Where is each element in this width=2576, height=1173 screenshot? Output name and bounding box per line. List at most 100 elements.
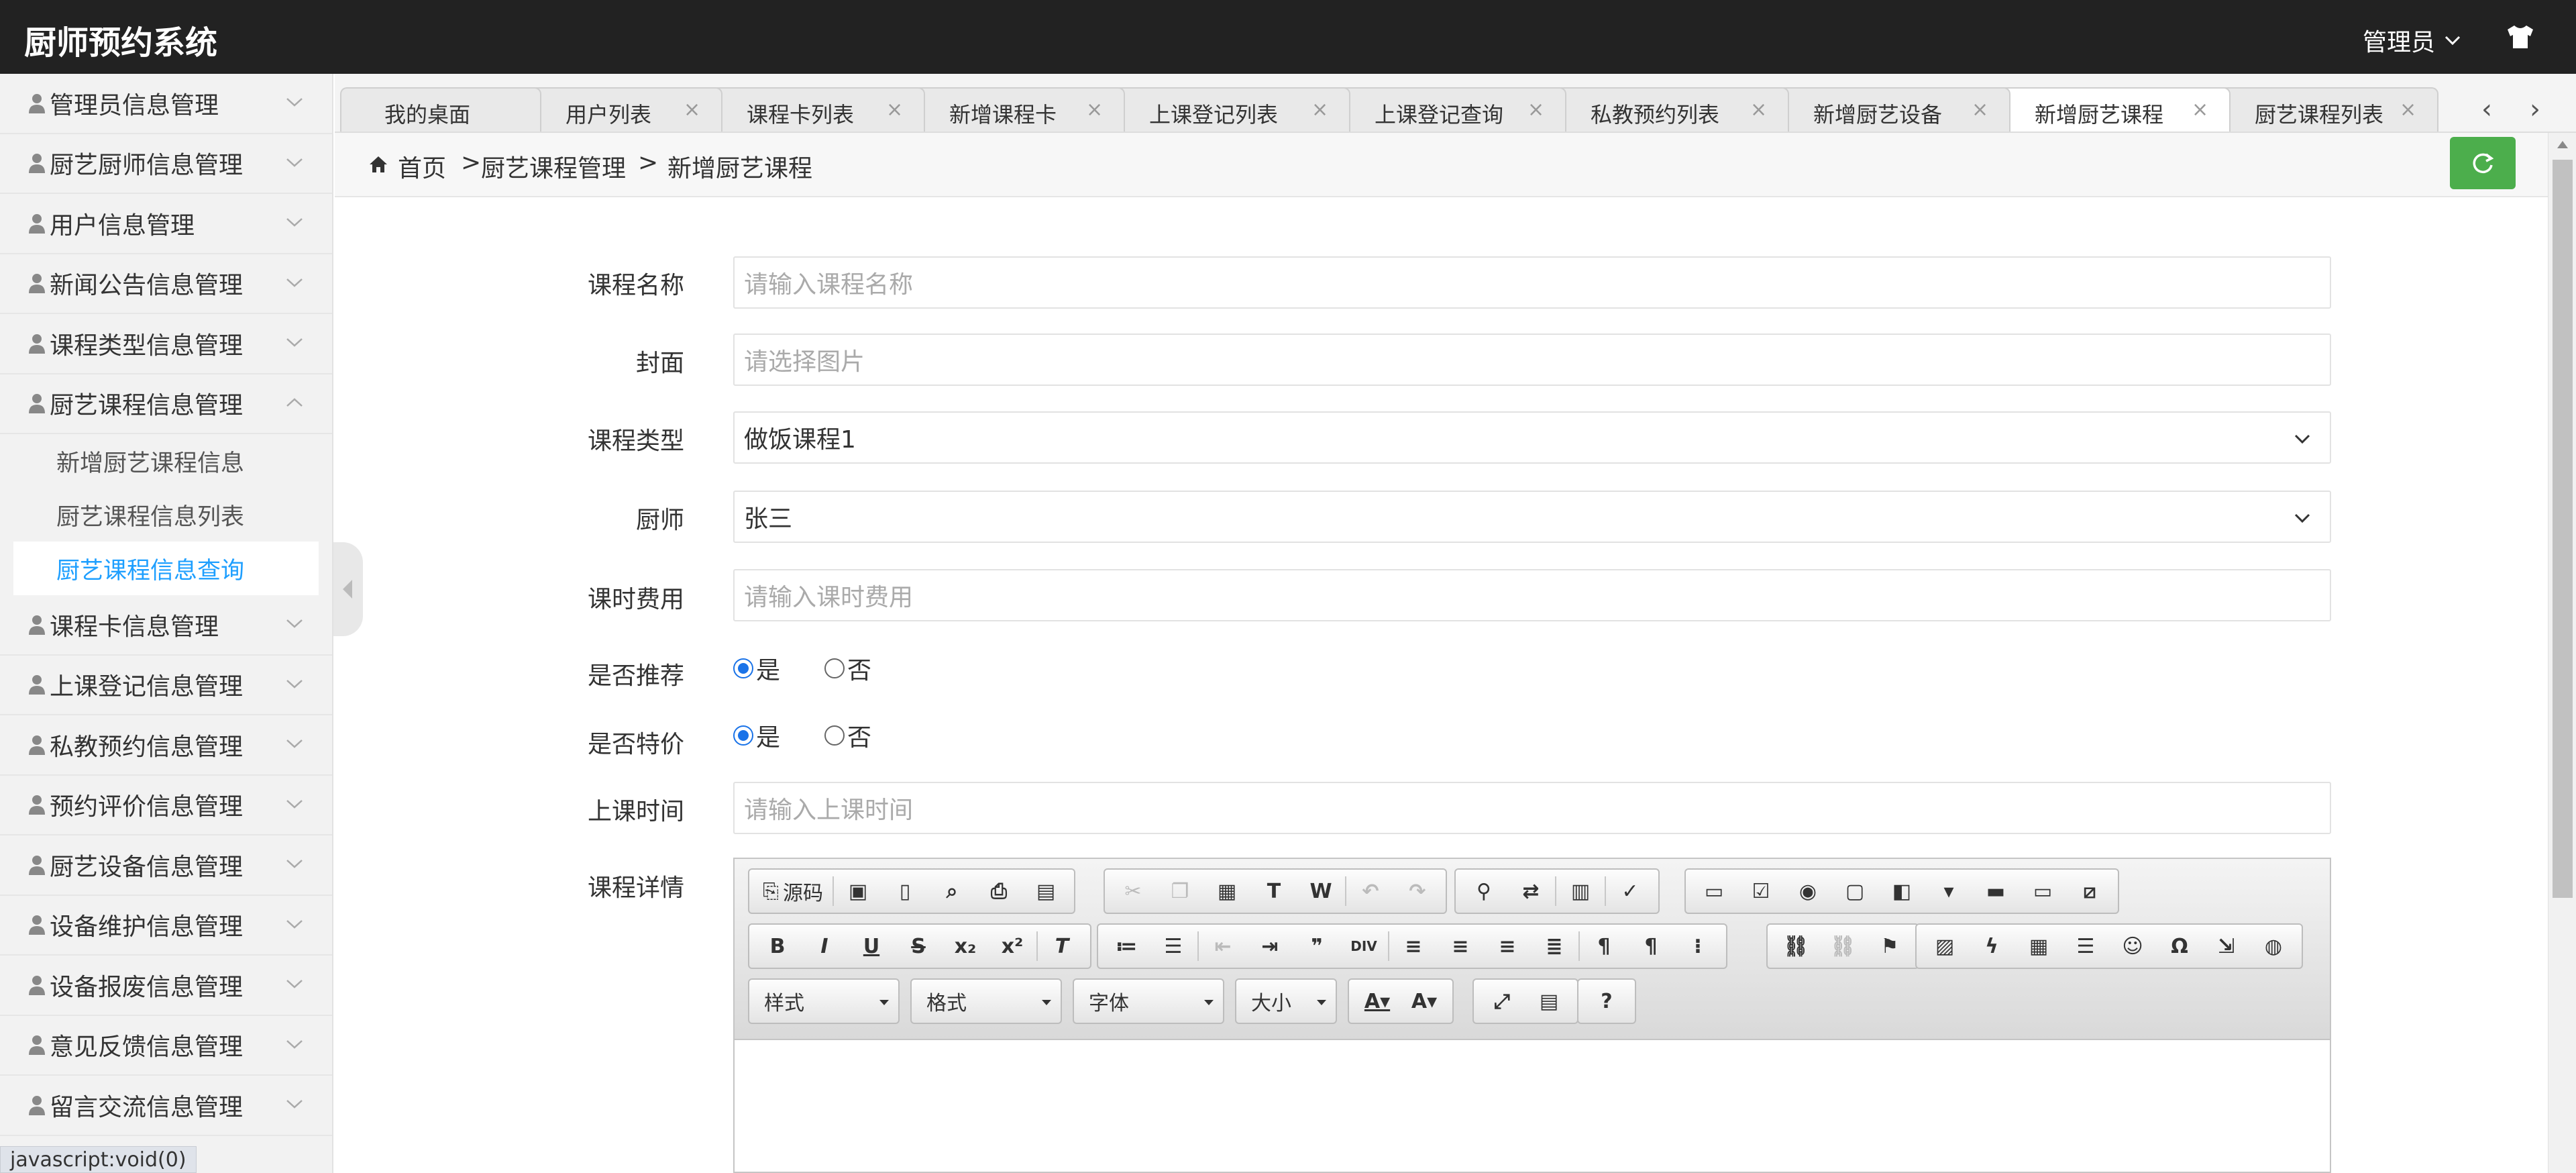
- refresh-button[interactable]: [2450, 137, 2516, 189]
- recommend-no-radio[interactable]: [824, 658, 845, 678]
- user-menu[interactable]: 管理员: [2363, 23, 2462, 58]
- checkbox-icon[interactable]: ☑: [1738, 871, 1784, 911]
- templates-icon[interactable]: ▤: [1023, 871, 1069, 911]
- underline-icon[interactable]: U: [849, 926, 894, 966]
- show-blocks-icon[interactable]: ▤: [1526, 981, 1572, 1021]
- close-icon[interactable]: ×: [1527, 98, 1544, 121]
- align-center-icon[interactable]: ≡: [1438, 926, 1483, 966]
- breadcrumb-level1[interactable]: 厨艺课程管理: [481, 149, 626, 184]
- sidebar-item-8[interactable]: 私教预约信息管理: [0, 715, 332, 776]
- outdent-icon[interactable]: ⇤: [1200, 926, 1246, 966]
- horizontal-rule-icon[interactable]: ☰: [2063, 926, 2108, 966]
- subscript-icon[interactable]: x₂: [943, 926, 988, 966]
- image-icon[interactable]: ▨: [1922, 926, 1968, 966]
- anchor-flag-icon[interactable]: ⚑: [1867, 926, 1913, 966]
- tab-1[interactable]: 用户列表 ×: [529, 87, 722, 132]
- close-icon[interactable]: ×: [1972, 98, 1988, 121]
- textarea-icon[interactable]: ◧: [1879, 871, 1925, 911]
- remove-format-icon[interactable]: T: [1039, 926, 1085, 966]
- close-icon[interactable]: ×: [2192, 98, 2208, 121]
- breadcrumb-home[interactable]: 首页: [398, 149, 446, 184]
- tabs-prev-button[interactable]: ‹: [2467, 89, 2507, 130]
- sidebar-item-7[interactable]: 上课登记信息管理: [0, 656, 332, 715]
- bg-color-icon[interactable]: A▾: [1401, 981, 1447, 1021]
- bold-icon[interactable]: B: [755, 926, 800, 966]
- sidebar-item-9[interactable]: 预约评价信息管理: [0, 776, 332, 835]
- superscript-icon[interactable]: x²: [989, 926, 1035, 966]
- fee-input[interactable]: 请输入课时费用: [733, 569, 2331, 621]
- radio-icon[interactable]: ◉: [1785, 871, 1831, 911]
- special-char-icon[interactable]: Ω: [2157, 926, 2202, 966]
- style-select[interactable]: 样式: [748, 978, 900, 1024]
- sidebar-item-3[interactable]: 新闻公告信息管理: [0, 254, 332, 314]
- close-icon[interactable]: ×: [1086, 98, 1103, 121]
- redo-icon[interactable]: ↷: [1395, 871, 1440, 911]
- paste-icon[interactable]: ▦: [1204, 871, 1250, 911]
- print-icon[interactable]: ⎙: [976, 871, 1022, 911]
- image-button-icon[interactable]: ▭: [2020, 871, 2065, 911]
- close-icon[interactable]: ×: [1750, 98, 1767, 121]
- undo-icon[interactable]: ↶: [1348, 871, 1393, 911]
- scrollbar-thumb[interactable]: [2553, 160, 2573, 898]
- size-select[interactable]: 大小: [1235, 978, 1337, 1024]
- sidebar-item-0[interactable]: 管理员信息管理: [0, 74, 332, 134]
- main-scrollbar[interactable]: [2548, 133, 2576, 1173]
- sidebar-item-10[interactable]: 厨艺设备信息管理: [0, 835, 332, 896]
- tab-8[interactable]: 新增厨艺课程 ×: [1998, 87, 2231, 132]
- cover-image-input[interactable]: 请选择图片: [733, 334, 2331, 386]
- textfield-icon[interactable]: ▢: [1832, 871, 1878, 911]
- page-break-icon[interactable]: ⇲: [2204, 926, 2249, 966]
- paste-text-icon[interactable]: T: [1251, 871, 1297, 911]
- theme-shirt-icon[interactable]: [2505, 21, 2536, 52]
- select-icon[interactable]: ▾: [1926, 871, 1972, 911]
- sidebar-item-5[interactable]: 厨艺课程信息管理: [0, 374, 332, 434]
- form-icon[interactable]: ▭: [1691, 871, 1737, 911]
- sidebar-subitem[interactable]: 厨艺课程信息查询: [13, 542, 319, 595]
- cut-icon[interactable]: ✂: [1110, 871, 1156, 911]
- justify-icon[interactable]: ≣: [1532, 926, 1577, 966]
- sidebar-item-14[interactable]: 留言交流信息管理: [0, 1076, 332, 1136]
- help-icon[interactable]: ?: [1584, 981, 1629, 1021]
- course-type-select[interactable]: 做饭课程1: [733, 411, 2331, 464]
- sidebar-subitem[interactable]: 新增厨艺课程信息: [0, 434, 332, 488]
- sidebar-item-4[interactable]: 课程类型信息管理: [0, 314, 332, 374]
- tab-3[interactable]: 新增课程卡 ×: [913, 87, 1125, 132]
- close-icon[interactable]: ×: [1311, 98, 1328, 121]
- chef-select[interactable]: 张三: [733, 491, 2331, 543]
- copy-icon[interactable]: ❐: [1157, 871, 1203, 911]
- sidebar-item-1[interactable]: 厨艺厨师信息管理: [0, 134, 332, 194]
- close-icon[interactable]: ×: [886, 98, 903, 121]
- special-yes-radio[interactable]: [733, 725, 753, 746]
- source-button[interactable]: ⎘ 源码: [755, 871, 831, 911]
- spellcheck-icon[interactable]: ✓: [1607, 871, 1653, 911]
- bulleted-list-icon[interactable]: ☰: [1150, 926, 1196, 966]
- div-icon[interactable]: DIV: [1341, 926, 1387, 966]
- replace-icon[interactable]: ⇄: [1508, 871, 1554, 911]
- close-icon[interactable]: ×: [684, 98, 700, 121]
- scroll-up-icon[interactable]: [2555, 138, 2570, 150]
- flash-icon[interactable]: ϟ: [1969, 926, 2015, 966]
- paste-word-icon[interactable]: W: [1298, 871, 1344, 911]
- align-left-icon[interactable]: ≡: [1391, 926, 1436, 966]
- button-icon[interactable]: ▬: [1973, 871, 2019, 911]
- class-time-input[interactable]: 请输入上课时间: [733, 782, 2331, 834]
- sidebar-item-2[interactable]: 用户信息管理: [0, 194, 332, 254]
- sidebar-subitem[interactable]: 厨艺课程信息列表: [0, 488, 332, 542]
- sidebar-item-6[interactable]: 课程卡信息管理: [0, 595, 332, 656]
- font-select[interactable]: 字体: [1073, 978, 1224, 1024]
- smiley-icon[interactable]: ☺: [2110, 926, 2155, 966]
- sidebar-item-13[interactable]: 意见反馈信息管理: [0, 1016, 332, 1076]
- unlink-icon[interactable]: ⛓: [1820, 926, 1866, 966]
- rtl-icon[interactable]: ¶: [1628, 926, 1674, 966]
- strike-icon[interactable]: S: [896, 926, 941, 966]
- hidden-field-icon[interactable]: ⧄: [2067, 871, 2112, 911]
- blockquote-icon[interactable]: ❞: [1294, 926, 1340, 966]
- maximize-icon[interactable]: ⤢: [1479, 981, 1525, 1021]
- save-icon[interactable]: ▣: [835, 871, 881, 911]
- format-select[interactable]: 格式: [910, 978, 1062, 1024]
- tab-4[interactable]: 上课登记列表 ×: [1113, 87, 1350, 132]
- tab-6[interactable]: 私教预约列表 ×: [1554, 87, 1789, 132]
- sidebar-item-12[interactable]: 设备报废信息管理: [0, 956, 332, 1016]
- preview-icon[interactable]: ⌕: [929, 871, 975, 911]
- tabs-next-button[interactable]: ›: [2515, 89, 2555, 130]
